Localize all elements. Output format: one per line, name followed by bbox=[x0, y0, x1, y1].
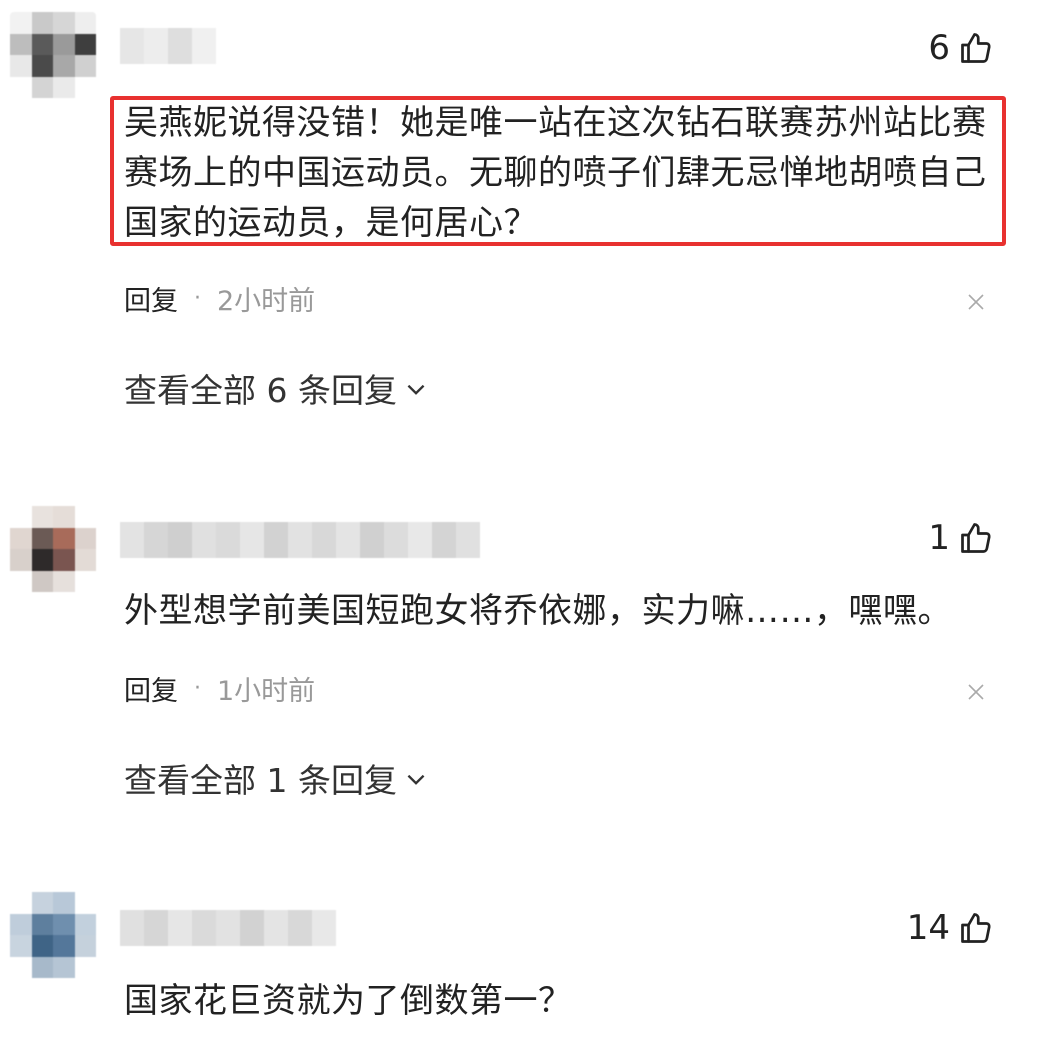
view-all-replies-button[interactable]: 查看全部 1 条回复 bbox=[124, 756, 429, 800]
view-all-replies-button[interactable]: 查看全部 6 条回复 bbox=[124, 366, 429, 410]
view-all-replies-label: 查看全部 1 条回复 bbox=[124, 761, 397, 800]
username-blurred[interactable] bbox=[120, 28, 216, 64]
like-count: 1 bbox=[928, 518, 950, 558]
close-icon[interactable] bbox=[966, 682, 986, 702]
view-all-replies-label: 查看全部 6 条回复 bbox=[124, 371, 397, 410]
comment-text: 国家花巨资就为了倒数第一？ bbox=[124, 981, 573, 1021]
comment-text: 吴燕妮说得没错！她是唯一站在这次钻石联赛苏州站比赛赛场上的中国运动员。无聊的喷子… bbox=[124, 103, 987, 243]
username-blurred[interactable] bbox=[120, 522, 480, 558]
comment-meta: 回复 · 1小时前 bbox=[124, 668, 315, 708]
timestamp: 2小时前 bbox=[217, 285, 316, 317]
timestamp: 1小时前 bbox=[217, 675, 316, 707]
like-count: 6 bbox=[928, 28, 950, 68]
close-icon[interactable] bbox=[966, 292, 986, 312]
username-blurred[interactable] bbox=[120, 910, 336, 946]
chevron-down-icon bbox=[407, 384, 425, 395]
like-button[interactable]: 14 bbox=[907, 908, 994, 948]
like-count: 14 bbox=[906, 908, 950, 948]
comment-meta: 回复 · 2小时前 bbox=[124, 278, 315, 318]
reply-button[interactable]: 回复 bbox=[124, 669, 178, 708]
reply-button[interactable]: 回复 bbox=[124, 279, 178, 318]
like-button[interactable]: 1 bbox=[928, 518, 994, 558]
avatar[interactable] bbox=[10, 12, 96, 98]
thumbs-up-icon bbox=[961, 913, 991, 943]
separator-dot: · bbox=[194, 285, 201, 311]
thumbs-up-icon bbox=[961, 33, 991, 63]
comment-item: 6 吴燕妮说得没错！她是唯一站在这次钻石联赛苏州站比赛赛场上的中国运动员。无聊的… bbox=[0, 0, 1054, 470]
separator-dot: · bbox=[194, 675, 201, 701]
like-button[interactable]: 6 bbox=[928, 28, 994, 68]
avatar[interactable] bbox=[10, 506, 96, 592]
thumbs-up-icon bbox=[961, 523, 991, 553]
avatar[interactable] bbox=[10, 892, 96, 978]
comment-item: 1 外型想学前美国短跑女将乔依娜，实力嘛……，嘿嘿。 回复 · 1小时前 查看全… bbox=[0, 470, 1054, 870]
comment-item: 14 国家花巨资就为了倒数第一？ bbox=[0, 870, 1054, 1050]
chevron-down-icon bbox=[407, 774, 425, 785]
comment-text: 外型想学前美国短跑女将乔依娜，实力嘛……，嘿嘿。 bbox=[124, 591, 952, 631]
